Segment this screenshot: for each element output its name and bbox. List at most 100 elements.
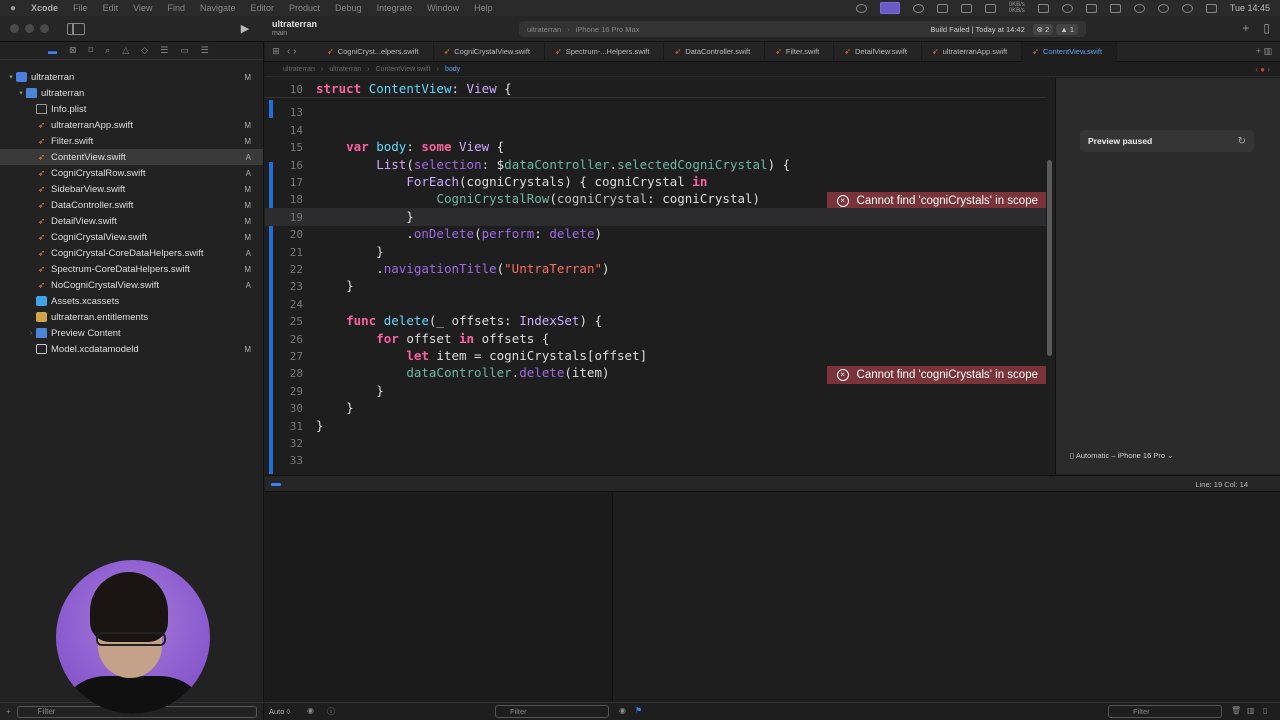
bookmark-icon[interactable]: ⌑ — [89, 45, 94, 56]
sync-icon[interactable] — [912, 3, 924, 13]
code-line[interactable]: 28 dataController.delete(item) — [265, 364, 1046, 382]
code-line[interactable]: 17 ForEach(cogniCrystals) { cogniCrystal… — [265, 173, 1046, 210]
editor-scrollbar[interactable] — [1047, 160, 1052, 356]
navigator-item[interactable]: ➶ ContentView.swift A — [0, 149, 263, 165]
code-line[interactable]: 15 var body: some View { — [265, 138, 1046, 156]
add-file-icon[interactable]: + — [6, 707, 11, 716]
navigator-item[interactable]: ➶ CogniCrystalRow.swift A — [0, 165, 263, 181]
menu-edit[interactable]: Edit — [103, 3, 119, 13]
code-line[interactable]: 13 — [265, 103, 1046, 121]
navigator-item[interactable]: ➶ DetailView.swift M — [0, 213, 263, 229]
code-line[interactable]: 16 List(selection: $dataController.selec… — [265, 156, 1046, 174]
search-icon[interactable] — [1181, 3, 1193, 13]
navigator-item[interactable]: › Preview Content — [0, 325, 263, 341]
code-line[interactable]: 33 — [265, 451, 1046, 469]
test-icon[interactable]: ◇ — [141, 45, 148, 56]
cloud-icon[interactable] — [1061, 3, 1073, 13]
eye-icon[interactable]: ◉ — [307, 706, 314, 715]
source-editor[interactable]: 10 struct ContentView: View {13 14 15 var b… — [265, 78, 1046, 474]
editor-tab[interactable]: ➶ ContentView.swift — [1022, 41, 1118, 62]
split-console-icon[interactable]: ▥ — [1247, 706, 1255, 715]
code-line[interactable]: 32 — [265, 434, 1046, 452]
code-line[interactable]: 19 } — [265, 207, 1046, 226]
code-line[interactable]: 30 } — [265, 399, 1046, 417]
info-icon[interactable]: ⓘ — [327, 706, 335, 717]
history-arrows-icon[interactable]: ‹ › — [287, 46, 317, 57]
run-destination[interactable]: iPhone 16 Pro Max — [576, 25, 640, 34]
breakpoint-icon[interactable]: ▭ — [180, 45, 189, 56]
folder-icon[interactable]: ▬ — [48, 46, 57, 56]
breadcrumb-project[interactable]: ultraterran — [283, 66, 315, 73]
issue-navigation-icon[interactable]: ‹ ● › — [1255, 65, 1280, 74]
display-icon[interactable] — [1037, 3, 1049, 13]
screen-share-icon[interactable] — [879, 2, 900, 14]
grid-icon[interactable]: ⊞ — [265, 46, 287, 57]
project-title[interactable]: ultraterran main — [272, 19, 317, 39]
navigator-item[interactable]: ultraterran.entitlements — [0, 309, 263, 325]
code-line[interactable]: 25 func delete(_ offsets: IndexSet) { — [265, 312, 1046, 330]
menu-editor[interactable]: Editor — [251, 3, 275, 13]
menu-integrate[interactable]: Integrate — [377, 3, 413, 13]
zoom-window-icon[interactable] — [40, 24, 49, 33]
add-icon[interactable]: + — [1242, 21, 1249, 35]
navigator-item[interactable]: ▾ ultraterran — [0, 85, 263, 101]
clipboard-icon[interactable] — [960, 3, 972, 13]
apple-icon[interactable]: ● — [10, 3, 16, 14]
editor-tab[interactable]: ➶ CogniCryst...elpers.swift — [317, 41, 434, 62]
inspector-toggle-icon[interactable]: ▯ — [1263, 21, 1270, 35]
code-line[interactable]: 31} — [265, 417, 1046, 435]
variables-filter-input[interactable]: Filter — [495, 705, 609, 718]
editor-tab[interactable]: ➶ DataController.swift — [664, 41, 766, 62]
trash-icon[interactable]: 🗑 — [1231, 706, 1241, 715]
screen-record-icon[interactable] — [855, 3, 867, 13]
report-icon[interactable]: ☰ — [201, 45, 209, 56]
menu-find[interactable]: Find — [167, 3, 185, 13]
scissors-icon[interactable] — [984, 3, 996, 13]
navigator-item[interactable]: ➶ Spectrum-CoreDataHelpers.swift M — [0, 261, 263, 277]
menu-window[interactable]: Window — [427, 3, 459, 13]
eye-icon[interactable]: ◉ — [619, 706, 626, 715]
navigator-toggle-icon[interactable] — [67, 22, 85, 35]
navigator-item[interactable]: ➶ CogniCrystal-CoreDataHelpers.swift A — [0, 245, 263, 261]
navigator-item[interactable]: ➶ CogniCrystalView.swift M — [0, 229, 263, 245]
code-line[interactable]: 21 } — [265, 243, 1046, 261]
code-line[interactable]: 23 } — [265, 277, 1046, 295]
code-line[interactable]: 14 — [265, 121, 1046, 139]
clock[interactable]: Tue 14:45 — [1230, 3, 1270, 13]
editor-tab[interactable]: ➶ Filter.swift — [765, 41, 835, 62]
code-line[interactable]: 20 .onDelete(perform: delete) — [265, 225, 1046, 243]
navigator-item[interactable]: Info.plist — [0, 101, 263, 117]
breadcrumb-symbol[interactable]: body — [445, 66, 460, 73]
disclosure-icon[interactable]: ▾ — [6, 73, 16, 81]
menu-app[interactable]: Xcode — [31, 3, 58, 13]
warning-count-badge[interactable]: ▲ 1 — [1056, 23, 1078, 35]
run-icon[interactable]: ▶ — [236, 22, 254, 36]
editor-tab[interactable]: ➶ DetailView.swift — [834, 41, 922, 62]
scheme-name[interactable]: ultraterran — [527, 25, 561, 34]
editor-tab[interactable]: ➶ CogniCrystalView.swift — [434, 41, 545, 62]
code-line[interactable]: 18 CogniCrystalRow(cogniCrystal: cogniCr… — [265, 190, 1046, 208]
navigator-item[interactable]: Assets.xcassets — [0, 293, 263, 309]
text-icon[interactable] — [1109, 3, 1121, 13]
navigator-item[interactable]: ➶ ultraterranApp.swift M — [0, 117, 263, 133]
menu-file[interactable]: File — [73, 3, 88, 13]
menu-help[interactable]: Help — [474, 3, 493, 13]
find-icon[interactable]: ⌕ — [105, 45, 110, 56]
error-count-badge[interactable]: ⊗ 2 — [1032, 23, 1054, 35]
keyboard-icon[interactable] — [1085, 3, 1097, 13]
navigator-item[interactable]: ➶ Filter.swift M — [0, 133, 263, 149]
console-layout-icon[interactable]: ▯ — [1263, 706, 1267, 715]
wifi-icon[interactable] — [1157, 3, 1169, 13]
menu-debug[interactable]: Debug — [335, 3, 362, 13]
code-line[interactable]: 29 } — [265, 382, 1046, 400]
editor-options-icon[interactable]: + ▥ — [1256, 46, 1280, 57]
navigator-item[interactable]: ➶ SidebarView.swift M — [0, 181, 263, 197]
control-center-icon[interactable] — [1205, 3, 1217, 13]
code-line[interactable]: 26 for offset in offsets { — [265, 330, 1046, 348]
activity-view[interactable]: ultraterran › iPhone 16 Pro Max Build Fa… — [519, 21, 1086, 37]
navigator-item[interactable]: ➶ DataController.swift M — [0, 197, 263, 213]
debug-area-toggle-icon[interactable] — [271, 483, 281, 486]
code-line[interactable]: 27 let item = cogniCrystals[offset] × Cann… — [265, 347, 1046, 384]
debug-icon[interactable]: ☰ — [160, 45, 168, 56]
refresh-icon[interactable]: ↻ — [1238, 136, 1246, 147]
